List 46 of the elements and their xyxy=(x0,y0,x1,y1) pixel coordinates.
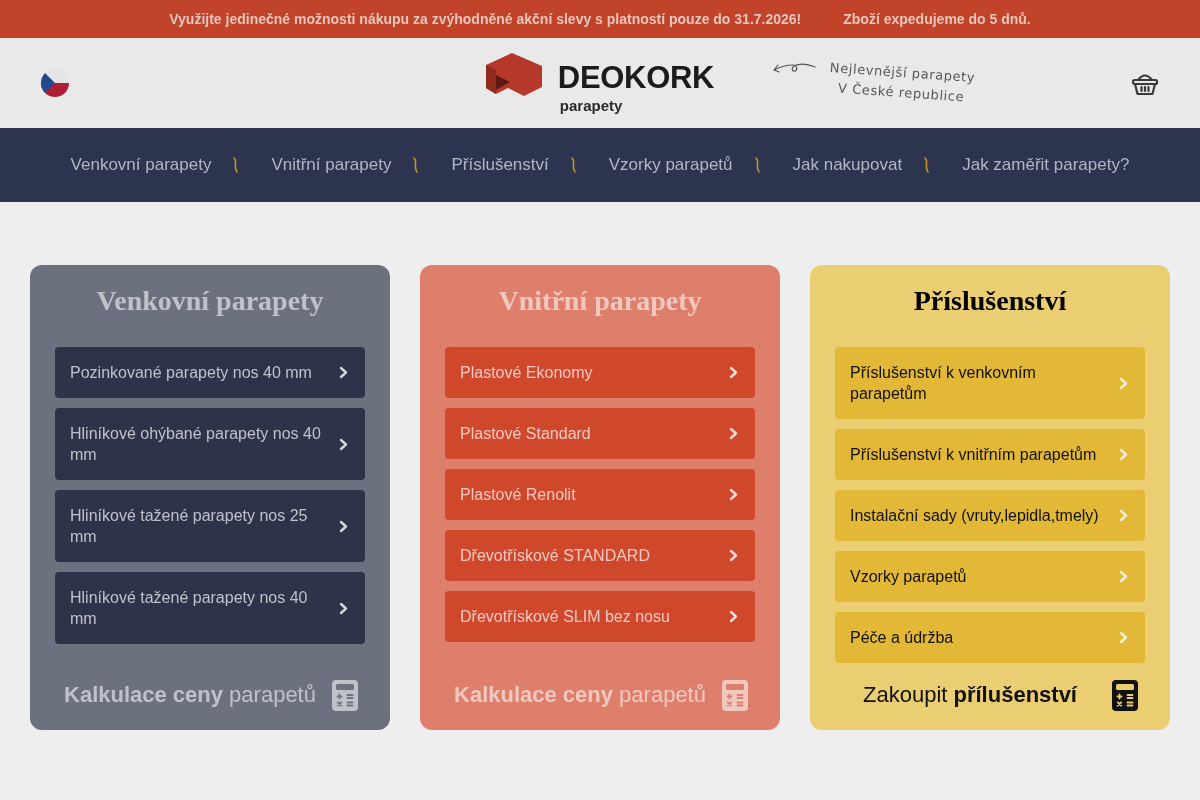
nav-link[interactable]: Vzorky parapetů xyxy=(608,155,733,175)
card-title: Vnitřní parapety xyxy=(497,285,703,317)
category-link[interactable]: Vzorky parapetů xyxy=(835,551,1145,602)
nav-link[interactable]: Jak zaměřit parapety? xyxy=(962,155,1130,175)
logo-icon[interactable] xyxy=(485,53,542,96)
category-link[interactable]: Instalační sady (vruty,lepidla,tmely) xyxy=(835,490,1145,541)
chevron-icon xyxy=(339,437,348,451)
tagline: Nejlevnější parapety V České republice xyxy=(828,58,976,107)
chevron-icon xyxy=(339,519,348,533)
card-title: Příslušenství xyxy=(912,285,1068,317)
logo-subtitle: parapety xyxy=(559,96,624,116)
category-link[interactable]: Příslušenství k venkovním parapetům xyxy=(835,347,1145,419)
chevron-icon xyxy=(729,427,738,440)
squiggle-icon xyxy=(569,157,577,173)
category-link[interactable]: Hliníkové tažené parapety nos 40 mm xyxy=(55,572,365,644)
nav-link[interactable]: Venkovní parapety xyxy=(70,155,212,175)
card-title: Venkovní parapety xyxy=(95,285,325,317)
calculator-icon[interactable] xyxy=(1112,679,1138,711)
category-link[interactable]: Hliníkové ohýbané parapety nos 40 mm xyxy=(55,408,365,480)
chevron-icon xyxy=(1119,509,1128,522)
chevron-icon xyxy=(729,610,738,623)
category-link[interactable]: Péče a údržba xyxy=(835,612,1145,663)
squiggle-icon xyxy=(753,157,761,173)
nav-link[interactable]: Vnitřní parapety xyxy=(271,155,392,175)
promo-message: Zboží expedujeme do 5 dnů. xyxy=(843,11,1031,27)
chevron-icon xyxy=(339,366,348,379)
chevron-icon xyxy=(339,601,348,615)
curly-arrow-icon xyxy=(772,61,817,75)
category-link[interactable]: Pozinkované parapety nos 40 mm xyxy=(55,347,365,398)
chevron-icon xyxy=(1119,631,1128,644)
chevron-icon xyxy=(729,366,738,379)
nav-link[interactable]: Příslušenství xyxy=(451,155,549,175)
squiggle-icon xyxy=(232,157,240,173)
chevron-icon xyxy=(1119,376,1128,390)
squiggle-icon xyxy=(412,157,420,173)
chevron-icon xyxy=(1119,570,1128,583)
card-footer-link[interactable]: Zakoupit přílušenství xyxy=(835,680,1105,710)
category-link[interactable]: Hliníkové tažené parapety nos 25 mm xyxy=(55,490,365,562)
logo-text[interactable]: DEOKORK xyxy=(557,63,715,93)
chevron-icon xyxy=(1119,448,1128,461)
promo-message: Využijte jedinečné možnosti nákupu za zvýhodněné akční slevy s platností pouze do 31.7.2026! xyxy=(169,11,802,27)
squiggle-icon xyxy=(923,157,931,173)
nav-link[interactable]: Jak nakupovat xyxy=(792,155,903,175)
category-link[interactable]: Příslušenství k vnitřním parapetům xyxy=(835,429,1145,480)
chevron-icon xyxy=(729,549,738,562)
chevron-icon xyxy=(729,488,738,501)
